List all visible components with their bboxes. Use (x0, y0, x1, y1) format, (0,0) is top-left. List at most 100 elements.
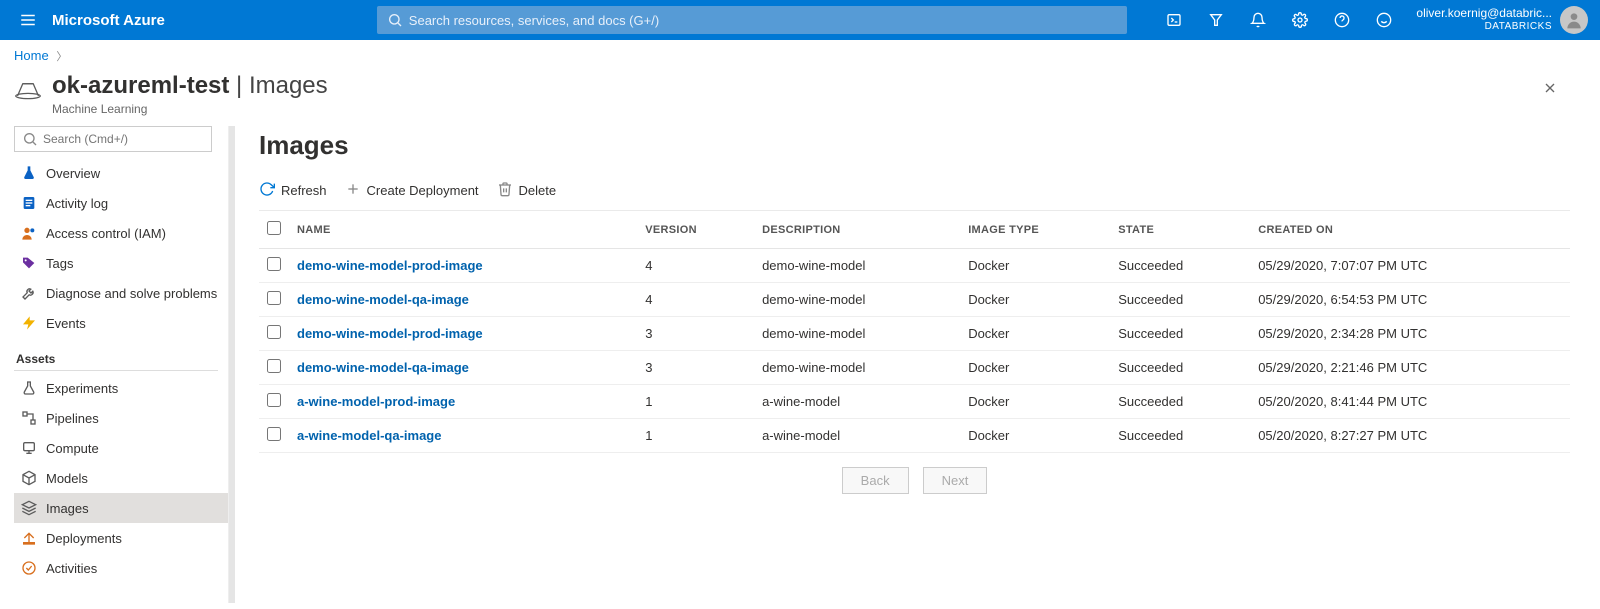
row-image-type: Docker (960, 351, 1110, 385)
select-all-checkbox[interactable] (267, 221, 281, 235)
row-checkbox[interactable] (267, 291, 281, 305)
search-icon (22, 131, 38, 150)
pager-next-button[interactable]: Next (923, 467, 988, 494)
ml-workspace-icon (14, 78, 42, 103)
row-name[interactable]: demo-wine-model-prod-image (289, 249, 637, 283)
row-name[interactable]: demo-wine-model-qa-image (289, 283, 637, 317)
row-name[interactable]: a-wine-model-prod-image (289, 385, 637, 419)
col-name[interactable]: NAME (289, 211, 637, 249)
resource-name: ok-azureml-test (52, 72, 229, 99)
row-checkbox[interactable] (267, 257, 281, 271)
nav-overview[interactable]: Overview (14, 158, 228, 188)
account-menu[interactable]: oliver.koernig@databric... DATABRICKS (1404, 6, 1592, 34)
row-created-on: 05/29/2020, 2:21:46 PM UTC (1250, 351, 1570, 385)
table-row[interactable]: demo-wine-model-qa-image3demo-wine-model… (259, 351, 1570, 385)
settings-icon[interactable] (1280, 0, 1320, 40)
row-image-type: Docker (960, 283, 1110, 317)
col-version[interactable]: VERSION (637, 211, 754, 249)
row-checkbox[interactable] (267, 325, 281, 339)
breadcrumb: Home 〉 (0, 40, 1600, 66)
global-search-input[interactable] (377, 6, 1127, 34)
nav-pipelines[interactable]: Pipelines (14, 403, 228, 433)
hamburger-button[interactable] (8, 0, 48, 40)
blade-header: ok-azureml-test | Images Machine Learnin… (0, 66, 1600, 126)
row-checkbox[interactable] (267, 359, 281, 373)
table-row[interactable]: demo-wine-model-prod-image4demo-wine-mod… (259, 249, 1570, 283)
nav-images[interactable]: Images (14, 493, 228, 523)
row-state: Succeeded (1110, 385, 1250, 419)
section-name: Images (249, 72, 328, 99)
row-state: Succeeded (1110, 351, 1250, 385)
lightning-icon (20, 314, 38, 332)
directory-filter-icon[interactable] (1196, 0, 1236, 40)
cmd-label: Refresh (281, 183, 327, 198)
nav-label: Diagnose and solve problems (46, 286, 217, 301)
col-image-type[interactable]: IMAGE TYPE (960, 211, 1110, 249)
help-icon[interactable] (1322, 0, 1362, 40)
images-table: NAME VERSION DESCRIPTION IMAGE TYPE STAT… (259, 211, 1570, 453)
create-deployment-button[interactable]: Create Deployment (345, 181, 479, 200)
search-icon (387, 12, 403, 31)
check-shield-icon (20, 559, 38, 577)
scrollbar[interactable] (229, 126, 235, 603)
nav-events[interactable]: Events (14, 308, 228, 338)
nav-deployments[interactable]: Deployments (14, 523, 228, 553)
flask-icon (20, 164, 38, 182)
upload-icon (20, 529, 38, 547)
breadcrumb-home[interactable]: Home (14, 48, 49, 63)
delete-button[interactable]: Delete (497, 181, 557, 200)
pager-back-button[interactable]: Back (842, 467, 909, 494)
row-checkbox[interactable] (267, 393, 281, 407)
divider (14, 370, 218, 371)
col-description[interactable]: DESCRIPTION (754, 211, 960, 249)
nav-models[interactable]: Models (14, 463, 228, 493)
avatar (1560, 6, 1588, 34)
main-heading: Images (259, 130, 1570, 161)
refresh-icon (259, 181, 275, 200)
row-version: 3 (637, 351, 754, 385)
row-state: Succeeded (1110, 317, 1250, 351)
pipeline-icon (20, 409, 38, 427)
table-row[interactable]: a-wine-model-qa-image1a-wine-modelDocker… (259, 419, 1570, 453)
row-created-on: 05/29/2020, 7:07:07 PM UTC (1250, 249, 1570, 283)
nav-label: Images (46, 501, 89, 516)
beaker-icon (20, 379, 38, 397)
table-row[interactable]: a-wine-model-prod-image1a-wine-modelDock… (259, 385, 1570, 419)
notifications-icon[interactable] (1238, 0, 1278, 40)
nav-access-control[interactable]: Access control (IAM) (14, 218, 228, 248)
trash-icon (497, 181, 513, 200)
nav-activities[interactable]: Activities (14, 553, 228, 583)
nav-label: Activities (46, 561, 97, 576)
row-created-on: 05/20/2020, 8:41:44 PM UTC (1250, 385, 1570, 419)
row-image-type: Docker (960, 249, 1110, 283)
menu-search-input[interactable] (14, 126, 212, 152)
page-title: ok-azureml-test | Images (52, 72, 1534, 100)
nav-label: Tags (46, 256, 73, 271)
row-name[interactable]: demo-wine-model-prod-image (289, 317, 637, 351)
row-name[interactable]: demo-wine-model-qa-image (289, 351, 637, 385)
feedback-icon[interactable] (1364, 0, 1404, 40)
row-name[interactable]: a-wine-model-qa-image (289, 419, 637, 453)
brand-label[interactable]: Microsoft Azure (48, 12, 177, 29)
nav-section-assets: Assets (16, 352, 228, 366)
col-created-on[interactable]: CREATED ON (1250, 211, 1570, 249)
cloudshell-icon[interactable] (1154, 0, 1194, 40)
nav-tags[interactable]: Tags (14, 248, 228, 278)
row-created-on: 05/29/2020, 2:34:28 PM UTC (1250, 317, 1570, 351)
col-state[interactable]: STATE (1110, 211, 1250, 249)
row-version: 4 (637, 249, 754, 283)
nav-experiments[interactable]: Experiments (14, 373, 228, 403)
nav-activity-log[interactable]: Activity log (14, 188, 228, 218)
row-version: 4 (637, 283, 754, 317)
nav-label: Activity log (46, 196, 108, 211)
close-blade-button[interactable] (1534, 72, 1566, 104)
refresh-button[interactable]: Refresh (259, 181, 327, 200)
table-row[interactable]: demo-wine-model-prod-image3demo-wine-mod… (259, 317, 1570, 351)
row-state: Succeeded (1110, 419, 1250, 453)
wrench-icon (20, 284, 38, 302)
nav-diagnose[interactable]: Diagnose and solve problems (14, 278, 228, 308)
nav-compute[interactable]: Compute (14, 433, 228, 463)
chevron-right-icon: 〉 (56, 51, 67, 63)
row-checkbox[interactable] (267, 427, 281, 441)
table-row[interactable]: demo-wine-model-qa-image4demo-wine-model… (259, 283, 1570, 317)
